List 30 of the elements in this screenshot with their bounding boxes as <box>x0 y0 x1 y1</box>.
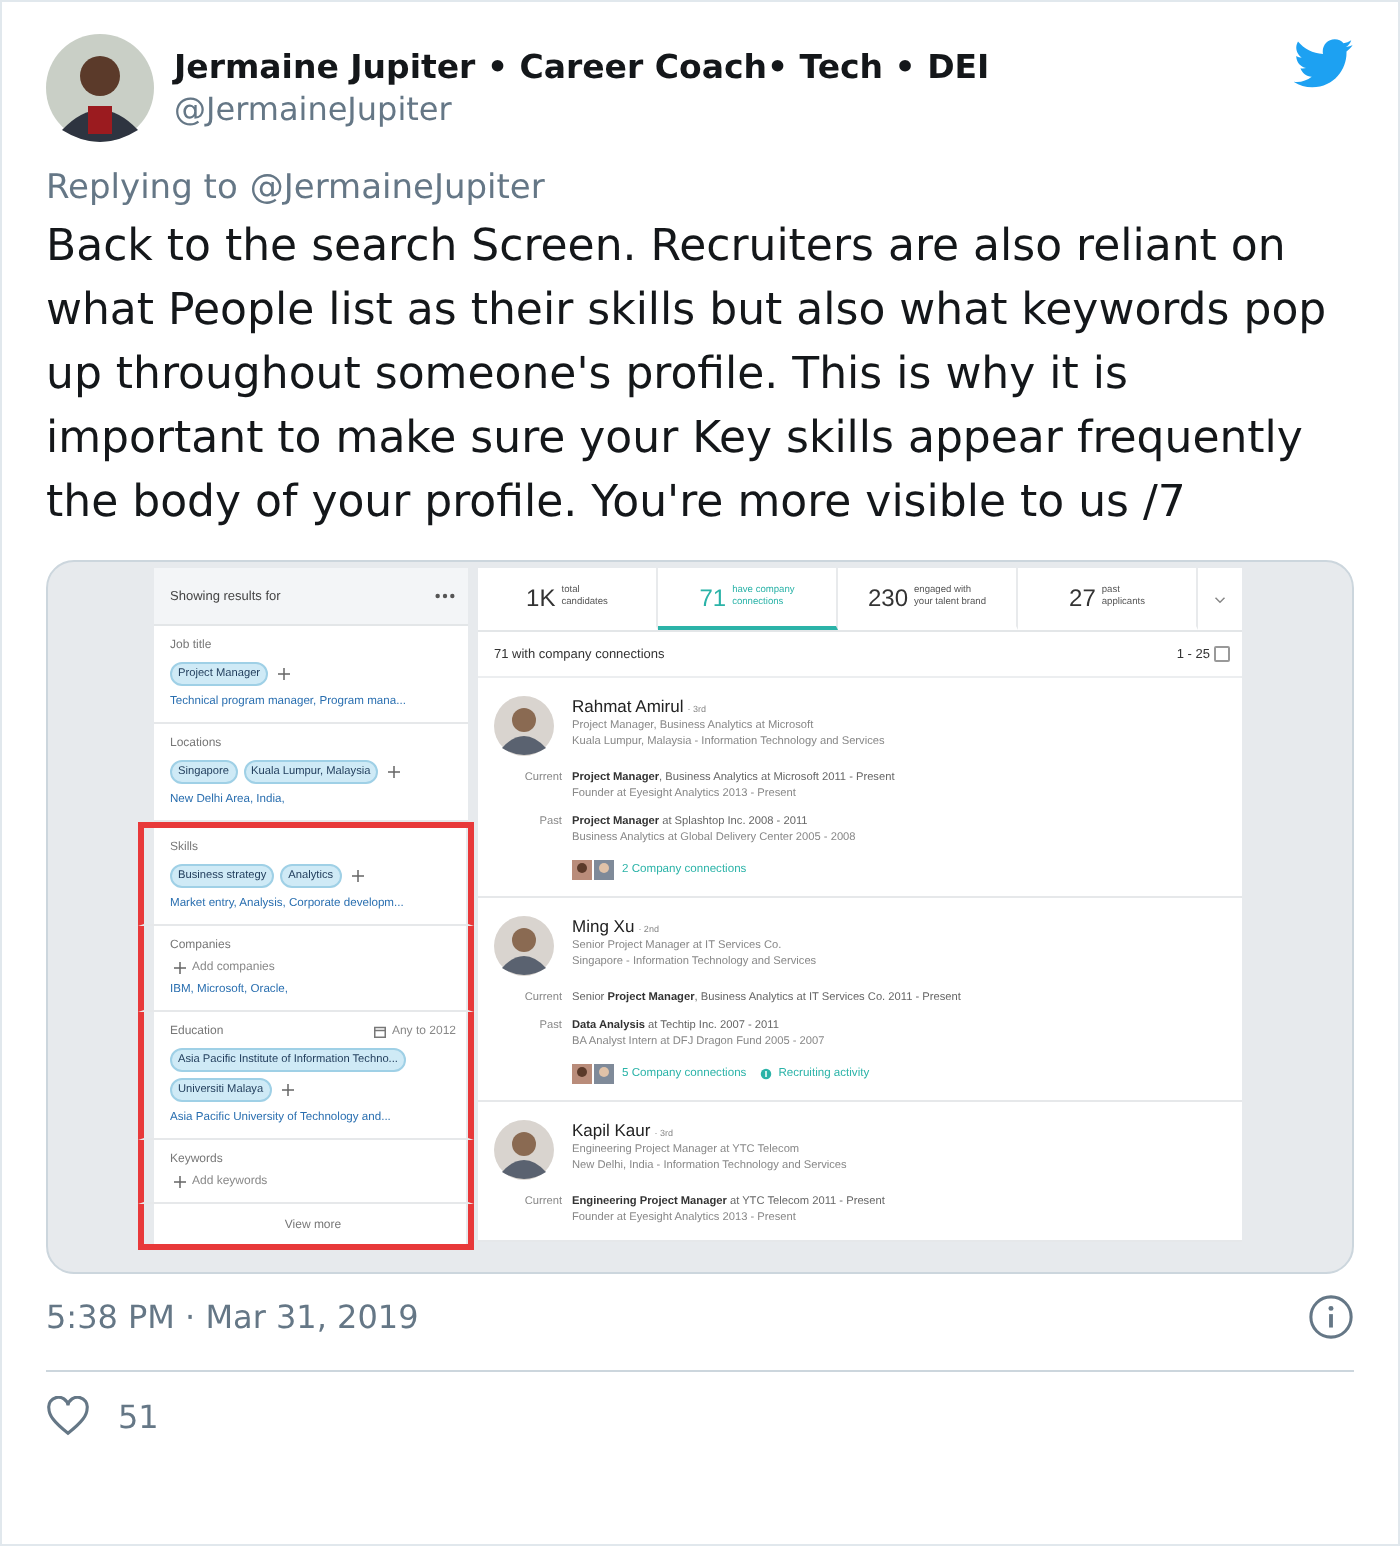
mention-link[interactable]: @JermaineJupiter <box>249 168 545 208</box>
plus-icon[interactable] <box>351 870 364 882</box>
author-handle[interactable]: @JermaineJupiter <box>174 90 1274 128</box>
plus-icon[interactable] <box>174 962 186 974</box>
timestamp[interactable]: 5:38 PM · Mar 31, 2019 <box>46 1298 419 1336</box>
author-name[interactable]: Jermaine Jupiter • Career Coach• Tech • DEI <box>174 48 1274 86</box>
candidate-name[interactable]: Kapil Kaur <box>572 1120 651 1140</box>
avatar[interactable] <box>46 34 154 142</box>
select-all-checkbox[interactable] <box>1214 646 1230 662</box>
avatar[interactable] <box>494 916 554 976</box>
avatar[interactable] <box>494 696 554 756</box>
connection-avatars-icon[interactable] <box>572 860 616 880</box>
candidate-name[interactable]: Ming Xu <box>572 916 635 936</box>
bird-icon[interactable] <box>1294 38 1354 88</box>
plus-icon[interactable] <box>281 1084 294 1096</box>
connection-avatars-icon[interactable] <box>572 1064 616 1084</box>
candidate-name[interactable]: Rahmat Amirul <box>572 696 684 716</box>
calendar-icon[interactable] <box>373 1026 386 1038</box>
more-icon[interactable] <box>434 592 456 600</box>
tweet-text: Back to the search Screen. Recruiters are also reliant on what People list as their skills but also what keywords pop up throughout someone's profile. This is why it is important to make sure your Key skills appear frequently the body of your profile. You're more visible to us /7 <box>46 220 1329 532</box>
avatar[interactable] <box>494 1120 554 1180</box>
chevron-down-icon[interactable] <box>1214 595 1226 603</box>
plus-icon[interactable] <box>174 1176 186 1188</box>
plus-icon[interactable] <box>278 668 291 680</box>
like-count[interactable]: 51 <box>118 1397 159 1435</box>
replying-label: Replying to <box>46 168 238 208</box>
info-dot-icon[interactable] <box>760 1068 773 1080</box>
info-icon[interactable] <box>1308 1294 1354 1340</box>
heart-icon[interactable] <box>46 1396 90 1436</box>
plus-icon[interactable] <box>388 766 401 778</box>
